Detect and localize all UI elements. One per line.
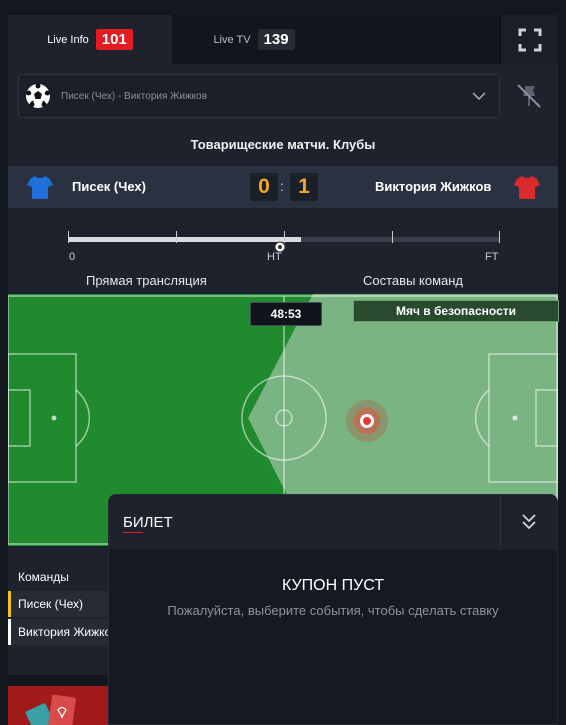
score-separator: : xyxy=(280,178,284,194)
team-row-away[interactable]: Виктория Жижков xyxy=(8,619,108,645)
tab-lineups[interactable]: Составы команд xyxy=(363,273,463,288)
bet-slip-divider xyxy=(500,495,501,550)
timeline-half-label: HT xyxy=(267,251,282,263)
chevron-down-icon xyxy=(472,92,486,101)
ball-position-marker xyxy=(346,400,388,442)
pin-off-icon[interactable] xyxy=(513,80,545,112)
tab-live-tv[interactable]: Live TV 139 xyxy=(172,15,336,64)
match-selector[interactable]: Писек (Чех) - Виктория Жижков xyxy=(18,74,500,118)
bet-slip: БИЛЕТ КУПОН ПУСТ Пожалуйста, выберите со… xyxy=(108,494,558,725)
fullscreen-icon xyxy=(518,28,541,51)
away-team-name: Виктория Жижков xyxy=(375,179,492,194)
teams-header: Команды xyxy=(18,570,69,584)
match-selector-value: Писек (Чех) - Виктория Жижков xyxy=(61,90,208,102)
bet-slip-header[interactable]: БИЛЕТ xyxy=(109,495,557,550)
home-team-name: Писек (Чех) xyxy=(72,179,146,194)
tab-live-info-count: 101 xyxy=(95,29,133,50)
soccer-ball-icon xyxy=(26,83,50,108)
promo-cards-image xyxy=(8,686,108,725)
away-score: 1 xyxy=(290,173,318,201)
tab-live-tv-count: 139 xyxy=(257,29,295,50)
fullscreen-button[interactable] xyxy=(500,15,558,64)
tab-live-stream[interactable]: Прямая трансляция xyxy=(86,273,207,288)
home-score: 0 xyxy=(250,173,278,201)
app-root: Live Info 101 Live TV 139 Писек (Чех) - … xyxy=(0,0,566,725)
timeline-tick xyxy=(392,231,393,243)
bet-slip-title-underline xyxy=(123,532,143,533)
empty-coupon-title: КУПОН ПУСТ xyxy=(281,577,385,594)
empty-coupon-text: Пожалуйста, выберите события, чтобы сдел… xyxy=(167,603,499,618)
bet-slip-title: БИЛЕТ xyxy=(123,514,173,531)
match-timer: 48:53 xyxy=(250,302,322,326)
timeline-tick xyxy=(499,231,500,243)
timeline-tick xyxy=(176,231,177,243)
team-row-home[interactable]: Писек (Чех) xyxy=(8,591,108,617)
double-chevron-down-icon[interactable] xyxy=(519,512,539,532)
home-shirt-icon xyxy=(27,176,53,199)
timeline-start-label: 0 xyxy=(69,251,76,263)
timeline-progress xyxy=(68,237,302,242)
tabs-spacer xyxy=(336,15,500,64)
scoreboard: Писек (Чех) 0 : 1 Виктория Жижков xyxy=(8,166,558,208)
tab-live-info[interactable]: Live Info 101 xyxy=(8,15,172,64)
tabs-bar: Live Info 101 Live TV 139 xyxy=(8,15,558,64)
tab-live-tv-label: Live TV xyxy=(213,33,251,46)
timeline-tick xyxy=(68,231,69,243)
away-shirt-icon xyxy=(514,176,540,199)
event-banner: Мяч в безопасности xyxy=(353,300,559,322)
promo-banner[interactable] xyxy=(8,686,108,725)
tab-live-info-label: Live Info xyxy=(47,33,89,46)
league-title: Товарищеские матчи. Клубы xyxy=(190,137,376,152)
timeline-end-label: FT xyxy=(485,251,499,263)
